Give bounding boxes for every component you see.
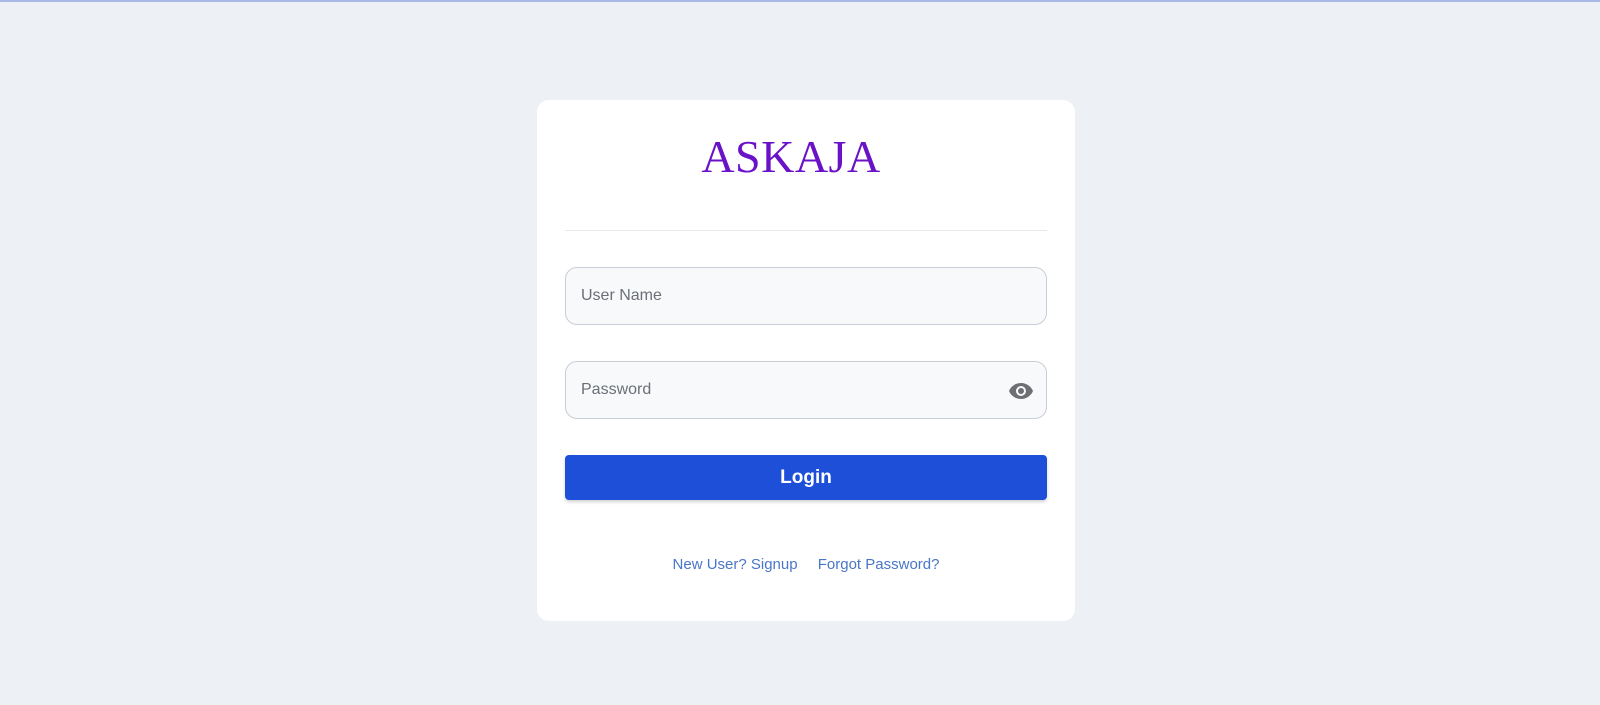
login-card: ASKAJA Login New User? Signup Forgot Pas… <box>537 100 1075 621</box>
top-border-line <box>0 0 1600 2</box>
login-button[interactable]: Login <box>565 455 1047 500</box>
forgot-password-link[interactable]: Forgot Password? <box>818 556 940 573</box>
password-input[interactable] <box>566 362 1046 418</box>
divider <box>565 230 1047 231</box>
username-input[interactable] <box>566 268 1046 324</box>
brand-logo: ASKAJA <box>701 131 881 182</box>
username-field-container <box>565 267 1047 325</box>
footer-links: New User? Signup Forgot Password? <box>537 556 1075 573</box>
signup-link[interactable]: New User? Signup <box>673 556 798 573</box>
password-field-container <box>565 361 1047 419</box>
eye-icon[interactable] <box>1008 379 1034 403</box>
